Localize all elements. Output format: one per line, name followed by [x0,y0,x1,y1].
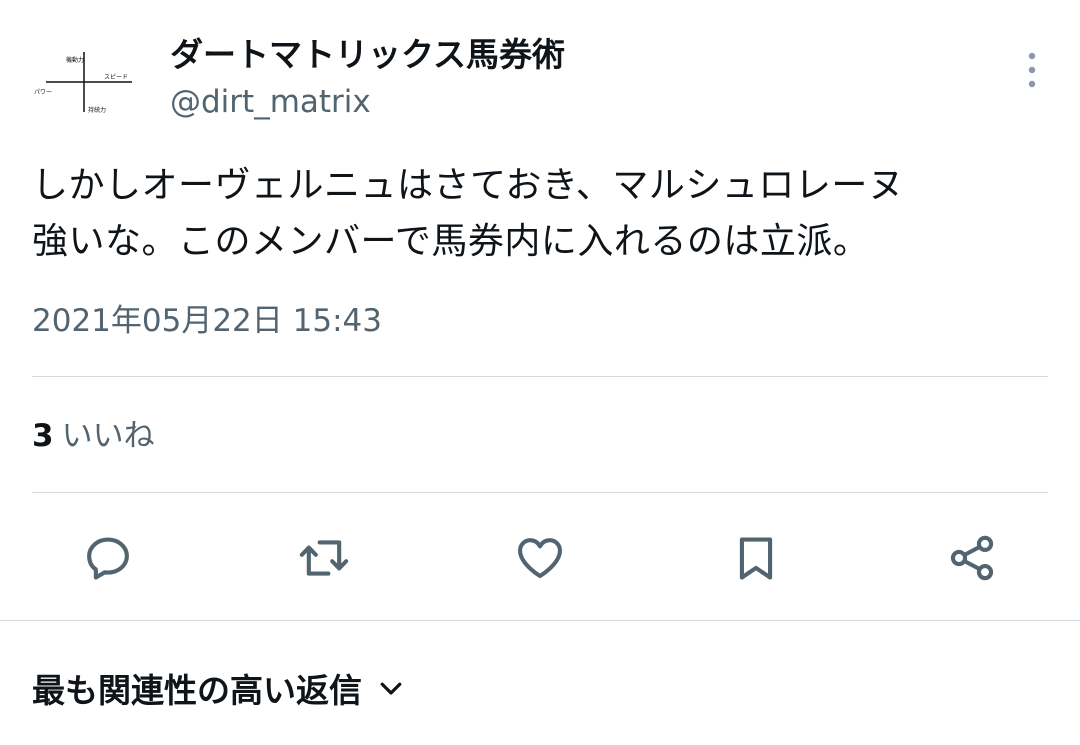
divider [32,492,1048,493]
avatar[interactable]: 機動力 スピード パワー 持続力 [32,38,136,122]
reply-sort-dropdown[interactable]: 最も関連性の高い返信 [32,664,406,712]
action-bar [0,528,1080,588]
axis-cross-diagram-icon: 機動力 スピード パワー 持続力 [34,52,132,114]
likes-summary[interactable]: 3 いいね [32,414,155,458]
chevron-down-icon [376,673,406,703]
author-display-name[interactable]: ダートマトリックス馬券術 [170,34,565,76]
retweet-icon [299,540,349,576]
avatar-label-left: パワー [34,89,52,96]
tweet-timestamp[interactable]: 2021年05月22日 15:43 [32,298,382,344]
reply-button[interactable] [78,528,138,588]
bookmark-icon [739,537,773,580]
avatar-label-top: 機動力 [66,56,84,64]
tweet-text: しかしオーヴェルニュはさておき、マルシュロレーヌ 強いな。このメンバーで馬券内に… [32,165,905,262]
like-button[interactable] [510,528,570,588]
likes-count: 3 [32,418,54,454]
divider [0,620,1080,621]
more-vertical-icon [1028,52,1036,88]
divider [32,376,1048,377]
bookmark-button[interactable] [726,528,786,588]
tweet-detail: 機動力 スピード パワー 持続力 ダートマトリックス馬券術 @dirt_matr… [0,0,1080,745]
avatar-label-right: スピード [104,74,128,81]
retweet-button[interactable] [294,528,354,588]
reply-icon [87,537,129,580]
tweet-header: 機動力 スピード パワー 持続力 ダートマトリックス馬券術 @dirt_matr… [32,34,1048,134]
share-icon [950,535,994,581]
heart-icon [518,538,562,579]
likes-label: いいね [61,418,155,454]
author-handle[interactable]: @dirt_matrix [170,80,565,124]
share-button[interactable] [942,528,1002,588]
author-names: ダートマトリックス馬券術 @dirt_matrix [170,34,565,124]
avatar-label-bottom: 持続力 [88,106,106,114]
more-options-button[interactable] [1022,48,1042,92]
reply-sort-label: 最も関連性の高い返信 [32,671,362,710]
